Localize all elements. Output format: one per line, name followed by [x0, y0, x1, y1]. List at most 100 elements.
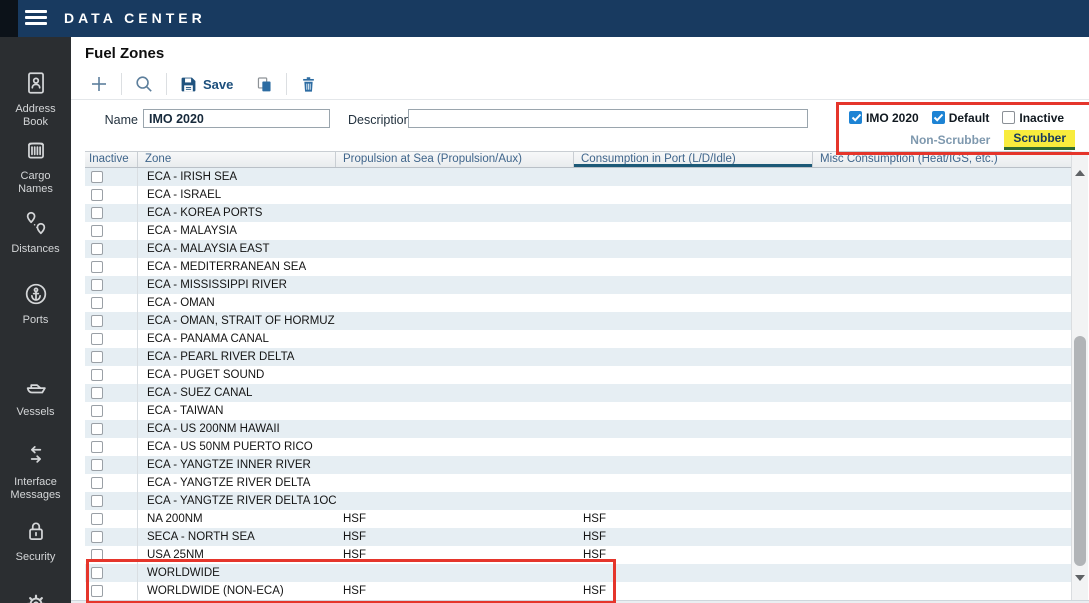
row-inactive-checkbox[interactable]: [91, 405, 103, 417]
row-inactive-checkbox[interactable]: [91, 567, 103, 579]
consumption-in-port-cell: [574, 420, 813, 438]
inactive-cell: [85, 528, 138, 546]
column-header-zone[interactable]: Zone: [138, 152, 336, 167]
table-row-eca-yangtze-river-delta[interactable]: ECA - YANGTZE RIVER DELTA: [85, 474, 1071, 492]
menu-icon[interactable]: [25, 10, 47, 27]
table-row-worldwide-non-eca[interactable]: WORLDWIDE (NON-ECA) HSF HSF: [85, 582, 1071, 600]
copy-button[interactable]: [251, 75, 278, 94]
row-inactive-checkbox[interactable]: [91, 297, 103, 309]
row-inactive-checkbox[interactable]: [91, 189, 103, 201]
table-row-eca-mediterranean-sea[interactable]: ECA - MEDITERRANEAN SEA: [85, 258, 1071, 276]
table-row-eca-oman[interactable]: ECA - OMAN: [85, 294, 1071, 312]
row-inactive-checkbox[interactable]: [91, 495, 103, 507]
sidebar-item-settings[interactable]: Settings: [0, 591, 71, 603]
table-row-eca-yangtze-inner-river[interactable]: ECA - YANGTZE INNER RIVER: [85, 456, 1071, 474]
table-row-eca-oman-strait-of-hormuz[interactable]: ECA - OMAN, STRAIT OF HORMUZ: [85, 312, 1071, 330]
table-row-eca-us-50nm-puerto-rico[interactable]: ECA - US 50NM PUERTO RICO: [85, 438, 1071, 456]
column-header-inactive[interactable]: Inactive: [85, 152, 138, 167]
sidebar-item-interface-messages[interactable]: Interface Messages: [0, 443, 71, 502]
scrollbar-thumb[interactable]: [1074, 336, 1086, 566]
table-row-eca-mississippi-river[interactable]: ECA - MISSISSIPPI RIVER: [85, 276, 1071, 294]
table-row-eca-us-200nm-hawaii[interactable]: ECA - US 200NM HAWAII: [85, 420, 1071, 438]
row-inactive-checkbox[interactable]: [91, 243, 103, 255]
row-inactive-checkbox[interactable]: [91, 477, 103, 489]
row-inactive-checkbox[interactable]: [91, 513, 103, 525]
delete-button[interactable]: [295, 75, 322, 94]
tab-scrubber[interactable]: Scrubber: [1004, 130, 1075, 150]
row-inactive-checkbox[interactable]: [91, 351, 103, 363]
table-row-na-200nm[interactable]: NA 200NM HSF HSF: [85, 510, 1071, 528]
column-header-misc-consumption-heat-igs-etc[interactable]: Misc Consumption (Heat/IGS, etc.): [813, 152, 1071, 167]
name-input[interactable]: [143, 109, 330, 128]
consumption-in-port-cell: HSF: [574, 510, 813, 528]
row-inactive-checkbox[interactable]: [91, 549, 103, 561]
table-row-eca-taiwan[interactable]: ECA - TAIWAN: [85, 402, 1071, 420]
row-inactive-checkbox[interactable]: [91, 369, 103, 381]
row-inactive-checkbox[interactable]: [91, 423, 103, 435]
row-inactive-checkbox[interactable]: [91, 333, 103, 345]
filters-panel: IMO 2020 Default Inactive Non-Scrubber Sc…: [849, 109, 1075, 151]
table-row-usa-25nm[interactable]: USA 25NM HSF HSF: [85, 546, 1071, 564]
row-inactive-checkbox[interactable]: [91, 315, 103, 327]
consumption-in-port-cell: [574, 456, 813, 474]
column-header-consumption-in-port-l-d-idle[interactable]: Consumption in Port (L/D/Idle): [574, 152, 813, 167]
sidebar-item-vessels[interactable]: Vessels: [0, 373, 71, 419]
sidebar-item-security[interactable]: Security: [0, 518, 71, 564]
row-inactive-checkbox[interactable]: [91, 585, 103, 597]
vertical-scrollbar[interactable]: [1071, 151, 1088, 600]
table-row-eca-israel[interactable]: ECA - ISRAEL: [85, 186, 1071, 204]
consumption-in-port-cell: HSF: [574, 546, 813, 564]
row-inactive-checkbox[interactable]: [91, 261, 103, 273]
table-row-eca-malaysia-east[interactable]: ECA - MALAYSIA EAST: [85, 240, 1071, 258]
description-input[interactable]: [408, 109, 808, 128]
table-row-eca-suez-canal[interactable]: ECA - SUEZ CANAL: [85, 384, 1071, 402]
scroll-down-arrow[interactable]: [1072, 570, 1088, 586]
zone-cell: ECA - YANGTZE RIVER DELTA 1OCT: [138, 492, 336, 510]
toolbar-separator: [166, 73, 167, 95]
row-inactive-checkbox[interactable]: [91, 207, 103, 219]
column-header-propulsion-at-sea-propulsion-aux[interactable]: Propulsion at Sea (Propulsion/Aux): [336, 152, 574, 167]
row-inactive-checkbox[interactable]: [91, 225, 103, 237]
sidebar-item-label: Security: [0, 551, 71, 564]
inactive-cell: [85, 456, 138, 474]
zone-cell: ECA - PEARL RIVER DELTA: [138, 348, 336, 366]
checkbox-default[interactable]: Default: [932, 111, 990, 125]
consumption-in-port-cell: [574, 384, 813, 402]
row-inactive-checkbox[interactable]: [91, 171, 103, 183]
app-window: DATA CENTER Address Book Cargo Names Dis…: [0, 0, 1089, 603]
table-row-worldwide[interactable]: WORLDWIDE: [85, 564, 1071, 582]
ports-icon: [0, 281, 71, 312]
search-button[interactable]: [130, 74, 158, 94]
table-row-eca-yangtze-river-delta-1oct[interactable]: ECA - YANGTZE RIVER DELTA 1OCT: [85, 492, 1071, 510]
cargo-names-icon: [0, 137, 71, 168]
row-inactive-checkbox[interactable]: [91, 387, 103, 399]
consumption-in-port-cell: [574, 438, 813, 456]
add-button[interactable]: [85, 74, 113, 94]
scroll-up-arrow[interactable]: [1072, 165, 1088, 181]
inactive-cell: [85, 348, 138, 366]
table-row-eca-irish-sea[interactable]: ECA - IRISH SEA: [85, 168, 1071, 186]
checkbox-inactive[interactable]: Inactive: [1002, 111, 1064, 125]
tab-non-scrubber[interactable]: Non-Scrubber: [910, 133, 990, 147]
table-row-seca-north-sea[interactable]: SECA - NORTH SEA HSF HSF: [85, 528, 1071, 546]
misc-consumption-cell: [813, 294, 1071, 312]
checkbox-imo-2020[interactable]: IMO 2020: [849, 111, 919, 125]
zone-cell: ECA - OMAN, STRAIT OF HORMUZ: [138, 312, 336, 330]
sidebar-item-address-book[interactable]: Address Book: [0, 70, 71, 129]
inactive-cell: [85, 222, 138, 240]
row-inactive-checkbox[interactable]: [91, 279, 103, 291]
row-inactive-checkbox[interactable]: [91, 441, 103, 453]
sidebar-item-cargo-names[interactable]: Cargo Names: [0, 137, 71, 196]
table-row-eca-panama-canal[interactable]: ECA - PANAMA CANAL: [85, 330, 1071, 348]
misc-consumption-cell: [813, 546, 1071, 564]
row-inactive-checkbox[interactable]: [91, 531, 103, 543]
table-row-eca-korea-ports[interactable]: ECA - KOREA PORTS: [85, 204, 1071, 222]
inactive-cell: [85, 204, 138, 222]
sidebar-item-distances[interactable]: Distances: [0, 210, 71, 256]
table-row-eca-puget-sound[interactable]: ECA - PUGET SOUND: [85, 366, 1071, 384]
sidebar-item-ports[interactable]: Ports: [0, 281, 71, 327]
row-inactive-checkbox[interactable]: [91, 459, 103, 471]
table-row-eca-malaysia[interactable]: ECA - MALAYSIA: [85, 222, 1071, 240]
table-row-eca-pearl-river-delta[interactable]: ECA - PEARL RIVER DELTA: [85, 348, 1071, 366]
save-button[interactable]: Save: [175, 75, 237, 94]
